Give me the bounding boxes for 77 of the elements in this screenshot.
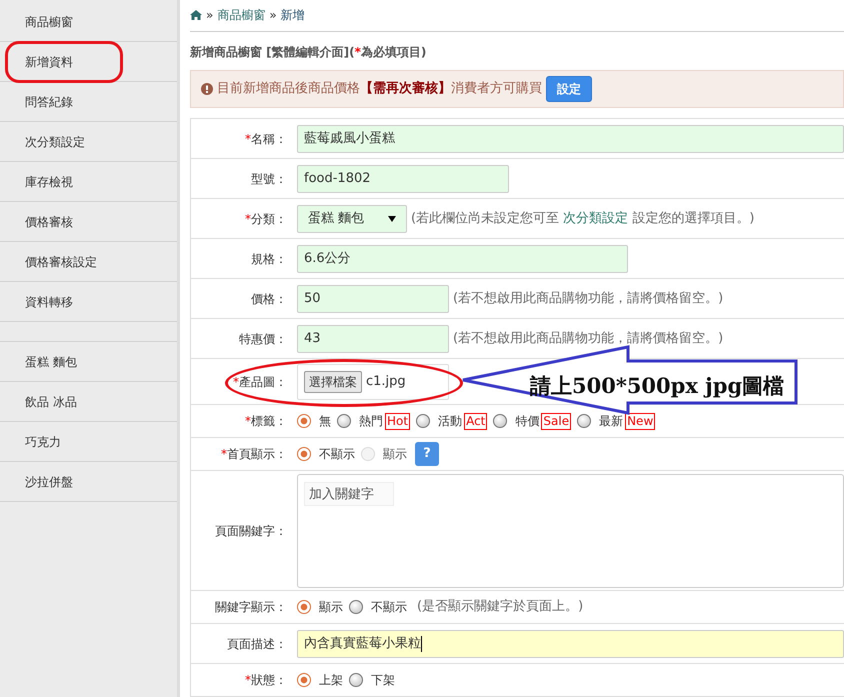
callout-text: 請上500*500px jpg圖檔 — [530, 373, 784, 399]
field-label: *狀態： — [245, 673, 287, 687]
category-select[interactable]: 蛋糕 麵包 — [297, 204, 407, 232]
field-label: *首頁顯示： — [221, 447, 287, 461]
field-label: 頁面描述： — [227, 636, 287, 650]
radio-button[interactable] — [416, 414, 430, 428]
radio-button[interactable] — [349, 600, 363, 614]
radio-label: 熱門 — [359, 413, 383, 430]
home-icon[interactable] — [190, 10, 202, 20]
file-field[interactable]: 選擇檔案 c1.jpg — [297, 364, 449, 400]
tag-label: Hot — [385, 412, 410, 430]
field-label: 關鍵字顯示： — [215, 600, 287, 614]
sidebar-item[interactable]: 資料轉移 — [0, 282, 177, 322]
alert-text: 目前新增商品後商品價格【需再次審核】消費者方可購買 — [217, 80, 542, 98]
text-field[interactable]: 內含真實藍莓小果粒 — [297, 630, 844, 658]
sidebar-item[interactable]: 商品櫥窗 — [0, 2, 177, 42]
radio-label: 最新 — [599, 413, 624, 430]
hint-text: (若不想啟用此商品購物功能，請將價格留空。) — [453, 290, 724, 308]
field-label: 價格： — [251, 292, 287, 306]
tag-label: Sale — [541, 412, 572, 430]
sidebar-item[interactable]: 新增資料 — [0, 42, 177, 82]
radio-label: 顯示 — [383, 446, 407, 463]
radio-label: 上架 — [319, 672, 343, 689]
field-label: 特惠價： — [239, 332, 287, 346]
sidebar-item[interactable]: 問答紀錄 — [0, 82, 177, 122]
dropdown-caret-icon — [388, 216, 396, 222]
keyword-area[interactable]: 加入關鍵字 — [297, 474, 844, 588]
radio-button[interactable] — [349, 673, 363, 687]
sidebar-item[interactable]: 巧克力 — [0, 422, 177, 462]
tag-label: New — [625, 412, 656, 430]
radio-label: 無 — [319, 413, 331, 430]
radio-label: 下架 — [371, 672, 395, 689]
sidebar-item[interactable]: 庫存檢視 — [0, 162, 177, 202]
sidebar-item[interactable]: 沙拉併盤 — [0, 462, 177, 502]
radio-button[interactable] — [493, 414, 508, 428]
radio-button[interactable] — [297, 673, 311, 687]
breadcrumb-current: 新增 — [280, 7, 305, 24]
field-label: *產品圖： — [233, 374, 287, 388]
radio-button[interactable] — [297, 414, 311, 428]
tag-label: Act — [464, 412, 488, 430]
sidebar-item[interactable]: 價格審核設定 — [0, 242, 177, 282]
breadcrumb-link[interactable]: 商品櫥窗 — [217, 6, 266, 24]
file-name: c1.jpg — [366, 372, 406, 391]
field-label: 規格： — [251, 252, 287, 266]
field-label: 型號： — [251, 172, 287, 186]
hint-text: (是否顯示關鍵字於頁面上。) — [417, 598, 584, 616]
field-label: 頁面關鍵字： — [215, 524, 287, 538]
sidebar-item[interactable]: 飲品 冰品 — [0, 382, 177, 422]
radio-label: 活動 — [438, 413, 462, 430]
sidebar-item[interactable]: 價格審核 — [0, 202, 177, 242]
keyword-input[interactable]: 加入關鍵字 — [304, 482, 394, 506]
page-title: 新增商品櫥窗 [繁體編輯介面](*為必填項目) — [190, 44, 428, 61]
radio-label: 特價 — [515, 413, 540, 430]
text-field[interactable]: 50 — [297, 284, 449, 312]
text-field[interactable]: 43 — [297, 324, 449, 352]
field-label: *標籤： — [245, 414, 287, 428]
sidebar-item[interactable]: 蛋糕 麵包 — [0, 342, 177, 382]
text-field[interactable]: 藍莓戚風小蛋糕 — [297, 124, 844, 152]
radio-label: 不顯示 — [371, 599, 407, 616]
radio-label: 不顯示 — [319, 446, 355, 463]
sidebar-item[interactable]: 次分類設定 — [0, 122, 177, 162]
field-label: *名稱： — [245, 132, 287, 146]
category-settings-link[interactable]: 次分類設定 — [563, 210, 628, 226]
breadcrumb-separator: » — [269, 7, 277, 24]
radio-label: 顯示 — [319, 599, 343, 616]
radio-button[interactable] — [297, 447, 311, 461]
field-label: *分類： — [245, 212, 287, 226]
radio-button[interactable] — [297, 600, 311, 614]
breadcrumb-separator: » — [206, 7, 214, 24]
text-field[interactable]: food-1802 — [297, 164, 509, 192]
text-field[interactable]: 6.6公分 — [297, 244, 628, 272]
hint-text: (若不想啟用此商品購物功能，請將價格留空。) — [453, 330, 724, 348]
hint-text: (若此欄位尚未設定您可至 次分類設定 設定您的選擇項目。) — [411, 210, 754, 228]
exclamation-icon — [201, 82, 213, 95]
radio-button[interactable] — [577, 414, 592, 428]
radio-button[interactable] — [337, 414, 351, 428]
choose-file-button[interactable]: 選擇檔案 — [304, 370, 362, 392]
